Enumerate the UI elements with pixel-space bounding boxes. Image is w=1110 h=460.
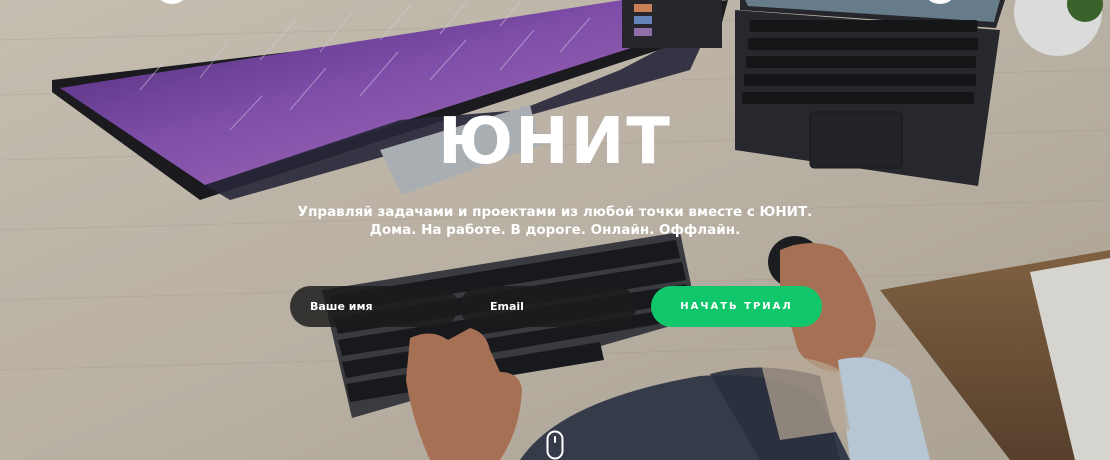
hero-title: ЮНИТ (438, 105, 672, 179)
hero-section: ЮНИТ Управляй задачами и проектами из лю… (0, 0, 1110, 460)
hero-subtitle-line-1: Управляй задачами и проектами из любой т… (297, 204, 813, 220)
hero-subtitle: Управляй задачами и проектами из любой т… (0, 203, 1110, 239)
start-trial-button[interactable]: НАЧАТЬ ТРИАЛ (651, 286, 822, 327)
email-input[interactable]: Email (460, 286, 636, 327)
mouse-scroll-icon[interactable] (546, 430, 564, 460)
name-input[interactable]: Ваше имя (290, 286, 458, 327)
trial-form: Ваше имя Email НАЧАТЬ ТРИАЛ (290, 286, 822, 327)
hero-subtitle-line-2: Дома. На работе. В дороге. Онлайн. Оффла… (369, 222, 741, 238)
